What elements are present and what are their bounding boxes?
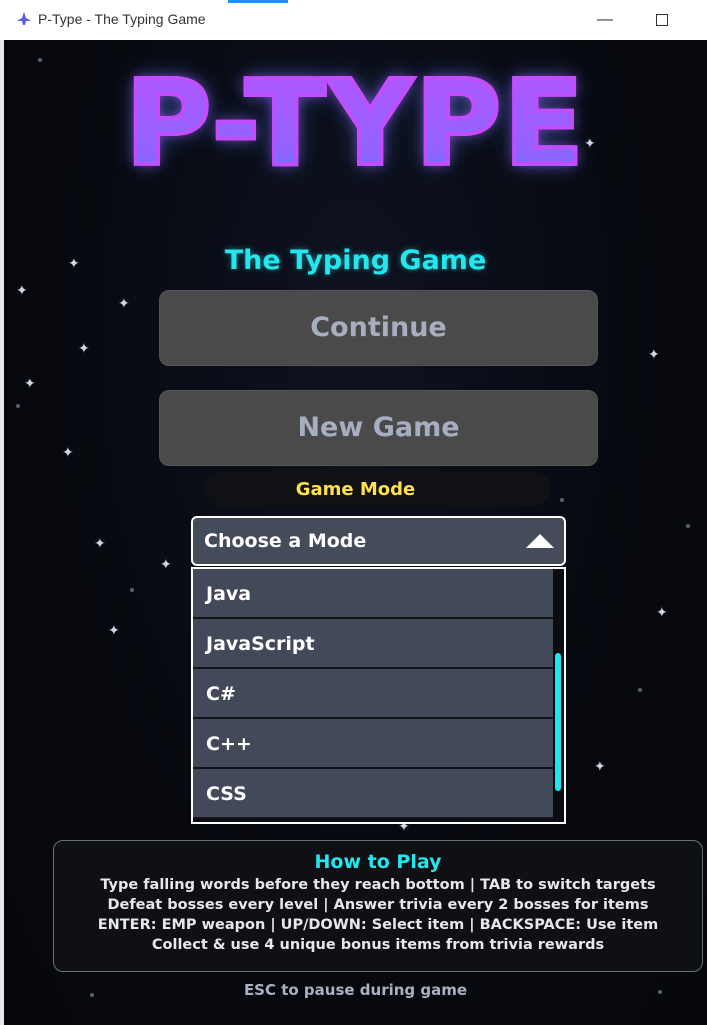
star-icon: ✦ (594, 759, 606, 775)
star-dot (16, 404, 20, 408)
mode-option-java[interactable]: Java (193, 569, 553, 619)
star-dot (638, 688, 642, 692)
minimize-button[interactable]: — (585, 8, 625, 32)
maximize-icon (656, 14, 668, 26)
game-mode-label: Game Mode (295, 479, 416, 500)
mode-option-label: C++ (206, 733, 252, 755)
star-icon: ✦ (94, 536, 106, 552)
game-logo: P-TYPE (4, 52, 707, 194)
mode-option-css[interactable]: CSS (193, 769, 553, 819)
game-mode-dropdown-list[interactable]: Java JavaScript C# C++ CSS (191, 567, 566, 824)
continue-button[interactable]: Continue (159, 290, 598, 366)
star-icon: ✦ (108, 623, 120, 639)
star-icon: ✦ (78, 341, 90, 357)
how-to-play-line: Type falling words before they reach bot… (100, 877, 656, 893)
star-icon: ✦ (656, 605, 668, 621)
how-to-play-panel: How to Play Type falling words before th… (53, 840, 703, 972)
star-icon: ✦ (24, 376, 36, 392)
mode-option-label: JavaScript (206, 633, 315, 655)
star-icon: ✦ (62, 445, 74, 461)
how-to-play-line: ENTER: EMP weapon | UP/DOWN: Select item… (97, 917, 659, 933)
window-titlebar: P-Type - The Typing Game — (0, 0, 707, 41)
star-dot (130, 588, 134, 592)
star-icon: ✦ (16, 283, 28, 299)
spaceship-icon (17, 12, 31, 25)
mode-option-label: C# (206, 683, 236, 705)
mode-option-label: CSS (206, 783, 247, 805)
game-screen: ✦ ✦ ✦ ✦ ✦ ✦ ✦ ✦ ✦ ✦ ✦ ✦ ✦ ✦ P-TYPE The T… (4, 40, 707, 1025)
how-to-play-line: Collect & use 4 unique bonus items from … (151, 937, 605, 953)
star-icon: ✦ (648, 347, 660, 363)
new-game-button[interactable]: New Game (159, 390, 598, 466)
caret-up-icon (526, 534, 554, 548)
mode-option-javascript[interactable]: JavaScript (193, 619, 553, 669)
mode-option-label: Java (206, 583, 252, 605)
window-title: P-Type - The Typing Game (38, 11, 206, 27)
how-to-play-line: Defeat bosses every level | Answer trivi… (107, 897, 649, 913)
game-mode-selected-value: Choose a Mode (204, 530, 367, 552)
how-to-play-title: How to Play (314, 851, 442, 873)
mode-option-csharp[interactable]: C# (193, 669, 553, 719)
mode-option-cpp[interactable]: C++ (193, 719, 553, 769)
dropdown-scrollbar[interactable] (555, 653, 561, 791)
esc-hint: ESC to pause during game (243, 981, 468, 999)
game-mode-select[interactable]: Choose a Mode (191, 516, 566, 566)
maximize-button[interactable] (642, 8, 682, 32)
minimize-icon: — (597, 11, 613, 28)
star-icon: ✦ (160, 557, 172, 573)
titlebar-accent (228, 0, 288, 3)
game-subtitle: The Typing Game (224, 245, 487, 276)
star-icon: ✦ (118, 296, 130, 312)
star-dot (686, 524, 690, 528)
